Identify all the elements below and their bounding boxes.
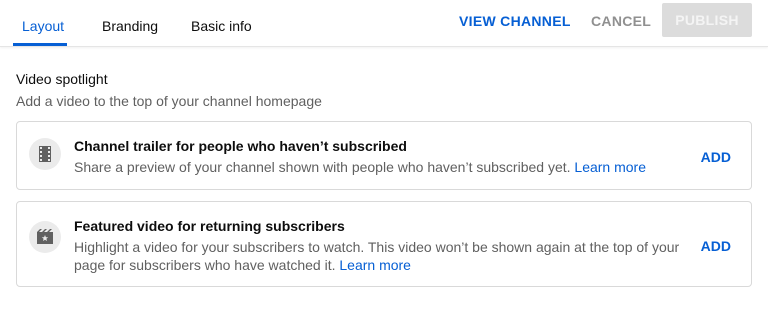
film-strip-icon xyxy=(29,138,61,170)
learn-more-link[interactable]: Learn more xyxy=(574,159,646,175)
tab-layout[interactable]: Layout xyxy=(22,18,64,34)
learn-more-link[interactable]: Learn more xyxy=(339,257,411,273)
card-description: Share a preview of your channel shown wi… xyxy=(74,158,694,176)
card-title: Channel trailer for people who haven’t s… xyxy=(74,138,407,154)
channel-trailer-card: Channel trailer for people who haven’t s… xyxy=(16,121,752,190)
card-description: Highlight a video for your subscribers t… xyxy=(74,238,704,274)
add-channel-trailer-button[interactable]: ADD xyxy=(701,149,731,165)
add-featured-video-button[interactable]: ADD xyxy=(701,238,731,254)
section-subtitle: Add a video to the top of your channel h… xyxy=(16,93,322,109)
publish-button[interactable]: PUBLISH xyxy=(662,3,752,37)
card-title: Featured video for returning subscribers xyxy=(74,218,345,234)
active-tab-indicator xyxy=(13,43,67,46)
cancel-button[interactable]: CANCEL xyxy=(591,13,651,29)
section-title: Video spotlight xyxy=(16,71,108,87)
card-description-text: Share a preview of your channel shown wi… xyxy=(74,159,571,175)
tab-branding[interactable]: Branding xyxy=(102,18,158,34)
featured-video-icon xyxy=(29,221,61,253)
tab-basic-info[interactable]: Basic info xyxy=(191,18,252,34)
featured-video-card: Featured video for returning subscribers… xyxy=(16,201,752,287)
view-channel-button[interactable]: VIEW CHANNEL xyxy=(459,13,571,29)
top-bar: Layout Branding Basic info VIEW CHANNEL … xyxy=(0,0,768,47)
